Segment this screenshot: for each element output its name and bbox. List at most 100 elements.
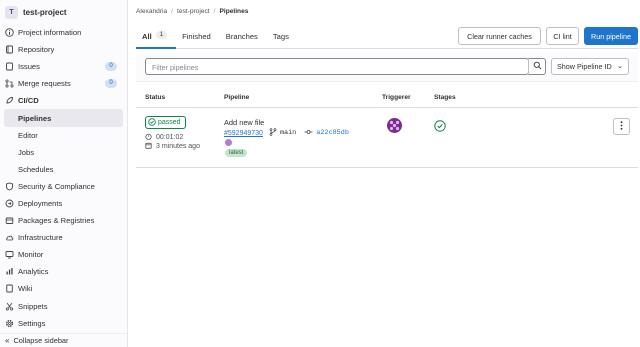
- book-icon: [5, 284, 14, 293]
- timer-icon: [145, 133, 152, 142]
- sidebar-item-ci-cd[interactable]: CI/CD: [0, 92, 127, 109]
- shield-icon: [5, 182, 14, 191]
- project-avatar: T: [5, 5, 18, 19]
- run-pipeline-button[interactable]: Run pipeline: [584, 27, 638, 45]
- commit-author-avatar[interactable]: [225, 139, 232, 146]
- table-row: passed 00:01:02 3 minutes ago Add new fi…: [136, 108, 638, 168]
- sidebar-item-label: CI/CD: [18, 96, 39, 106]
- commit-ref[interactable]: a22c85db: [304, 128, 349, 138]
- sidebar: T test-project Project information Repos…: [0, 0, 128, 347]
- sidebar-item-label: Issues: [18, 62, 40, 72]
- filter-pipelines-input[interactable]: Filter pipelines: [145, 58, 529, 75]
- kebab-icon: [620, 121, 623, 132]
- sidebar-item-repository[interactable]: Repository: [0, 41, 127, 58]
- search-icon: [533, 61, 542, 72]
- project-name: test-project: [23, 7, 67, 17]
- sidebar-item-wiki[interactable]: Wiki: [0, 280, 127, 297]
- tab-branches[interactable]: Branches: [220, 26, 267, 49]
- sidebar-item-deployments[interactable]: Deployments: [0, 195, 127, 212]
- sidebar-item-label: Infrastructure: [18, 233, 63, 243]
- collapse-sidebar-label: Collapse sidebar: [13, 336, 69, 345]
- sidebar-subitem-pipelines[interactable]: Pipelines: [4, 109, 123, 127]
- sidebar-item-label: Schedules: [18, 164, 54, 174]
- sidebar-item-project-information[interactable]: Project information: [0, 24, 127, 41]
- breadcrumb-separator: /: [213, 8, 216, 15]
- status-label: passed: [158, 119, 181, 126]
- deployments-icon: [5, 199, 14, 208]
- merge-requests-count-badge: 0: [105, 79, 117, 89]
- sidebar-item-label: Analytics: [18, 267, 49, 277]
- sidebar-item-infrastructure[interactable]: Infrastructure: [0, 229, 127, 246]
- sort-dropdown[interactable]: Show Pipeline ID ⌄: [551, 58, 629, 75]
- collapse-sidebar-button[interactable]: « Collapse sidebar: [0, 333, 127, 347]
- sidebar-item-label: Wiki: [18, 284, 33, 294]
- table-header: Status Pipeline Triggerer Stages: [136, 88, 638, 108]
- sidebar-item-label: Monitor: [18, 250, 44, 260]
- time-ago-value: 3 minutes ago: [156, 143, 200, 150]
- sidebar-subitem-schedules[interactable]: Schedules: [0, 161, 127, 178]
- issues-icon: [5, 62, 14, 71]
- sort-dropdown-label: Show Pipeline ID: [557, 62, 612, 71]
- tab-tags[interactable]: Tags: [267, 26, 298, 49]
- filter-search-button[interactable]: [528, 58, 546, 75]
- duration-value: 00:01:02: [156, 134, 184, 141]
- status-badge[interactable]: passed: [145, 116, 186, 129]
- sidebar-item-label: Jobs: [18, 147, 35, 157]
- sidebar-subitem-jobs[interactable]: Jobs: [0, 144, 127, 161]
- sidebar-item-analytics[interactable]: Analytics: [0, 263, 127, 280]
- commit-sha: a22c85db: [316, 129, 349, 137]
- sidebar-item-packages[interactable]: Packages & Registries: [0, 212, 127, 229]
- project-header[interactable]: T test-project: [0, 0, 127, 24]
- pipeline-finished-time: 3 minutes ago: [145, 142, 200, 151]
- chart-icon: [5, 267, 14, 276]
- sidebar-item-snippets[interactable]: Snippets: [0, 298, 127, 315]
- stage-passed-icon[interactable]: [434, 120, 446, 134]
- breadcrumb-current[interactable]: Pipelines: [219, 8, 248, 15]
- pipeline-actions-button[interactable]: [613, 118, 630, 135]
- sidebar-item-security[interactable]: Security & Compliance: [0, 178, 127, 195]
- sidebar-item-merge-requests[interactable]: Merge requests 0: [0, 75, 127, 92]
- tab-label: Branches: [225, 32, 258, 41]
- sidebar-item-label: Project information: [18, 28, 82, 38]
- clear-runner-caches-button[interactable]: Clear runner caches: [458, 27, 541, 45]
- sidebar-item-monitor[interactable]: Monitor: [0, 246, 127, 263]
- package-icon: [5, 216, 14, 225]
- sidebar-item-settings[interactable]: Settings: [0, 315, 127, 332]
- merge-request-icon: [5, 79, 14, 88]
- sidebar-item-issues[interactable]: Issues 0: [0, 58, 127, 75]
- rocket-icon: [5, 96, 14, 105]
- pipeline-tabs: All 1 Finished Branches Tags: [136, 26, 298, 49]
- breadcrumb: Alexandria / test-project / Pipelines: [136, 8, 248, 15]
- main-content: Alexandria / test-project / Pipelines Al…: [136, 0, 638, 347]
- branch-icon: [269, 128, 277, 138]
- tab-finished[interactable]: Finished: [176, 26, 220, 49]
- sidebar-item-label: Merge requests: [18, 79, 71, 89]
- pipeline-id-link[interactable]: #592949730: [224, 130, 263, 137]
- sidebar-subitem-editor[interactable]: Editor: [0, 127, 127, 144]
- column-header-triggerer: Triggerer: [382, 94, 411, 101]
- commit-icon: [304, 128, 313, 138]
- issues-count-badge: 0: [105, 62, 117, 72]
- tab-label: Finished: [182, 32, 211, 41]
- pipeline-duration: 00:01:02: [145, 133, 183, 142]
- tab-label: Tags: [272, 32, 289, 41]
- sidebar-item-label: Repository: [18, 45, 55, 55]
- branch-name: main: [279, 129, 297, 137]
- sidebar-item-label: Snippets: [18, 301, 48, 311]
- tab-all[interactable]: All 1: [136, 26, 177, 49]
- ci-lint-button[interactable]: CI lint: [546, 27, 579, 45]
- calendar-icon: [145, 142, 152, 151]
- triggerer-avatar[interactable]: [387, 118, 402, 133]
- commit-title[interactable]: Add new file: [224, 118, 264, 127]
- sidebar-item-label: Settings: [18, 318, 46, 328]
- breadcrumb-item[interactable]: test-project: [177, 8, 210, 15]
- sidebar-nav: Project information Repository Issues 0 …: [0, 24, 127, 332]
- tab-label: All: [142, 32, 152, 41]
- info-icon: [5, 28, 14, 37]
- latest-badge: latest: [225, 149, 248, 157]
- column-header-stages: Stages: [434, 94, 456, 101]
- sidebar-item-label: Editor: [18, 130, 38, 140]
- pipeline-info: #592949730 main a22c85db: [224, 128, 349, 138]
- branch-ref[interactable]: main: [269, 128, 296, 138]
- breadcrumb-item[interactable]: Alexandria: [136, 8, 167, 15]
